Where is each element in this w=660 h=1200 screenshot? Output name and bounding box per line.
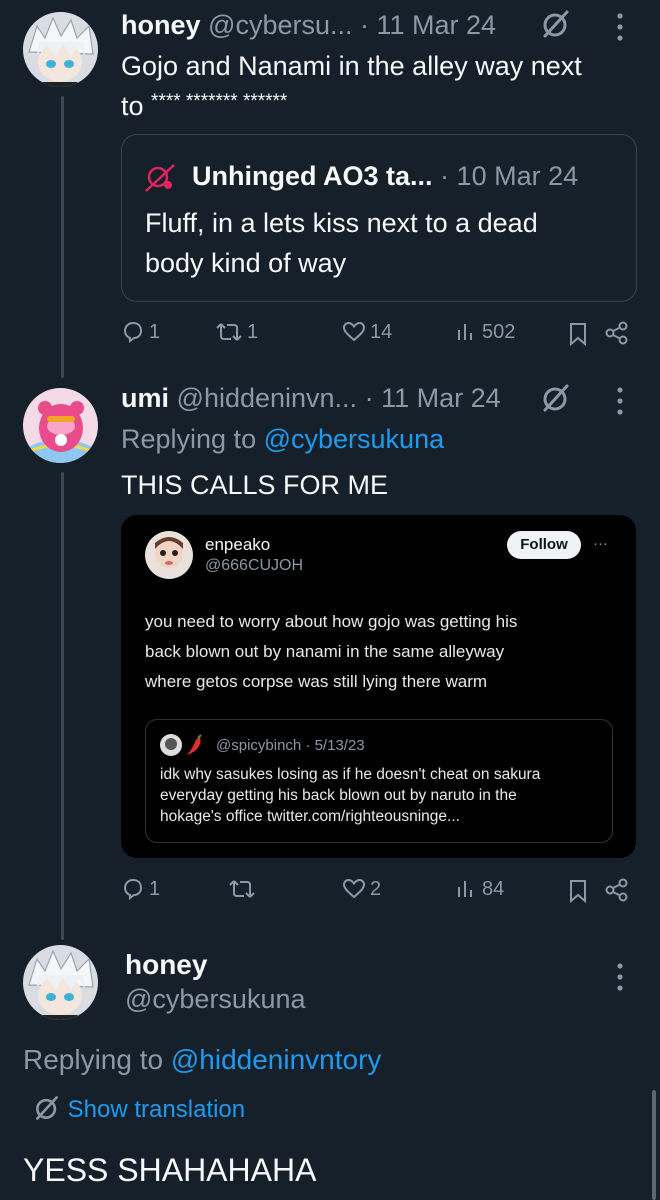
- share-icon[interactable]: [604, 877, 630, 908]
- heart-icon: [342, 321, 366, 342]
- grok-icon[interactable]: [540, 382, 572, 419]
- tweet-text: YESS SHAHAHAHA: [23, 1152, 317, 1188]
- quote-header: Unhinged AO3 ta... · 10 Mar 24: [192, 159, 578, 193]
- masked-text: **** ******* ******: [151, 91, 288, 112]
- tweet-text: Gojo and Nanami in the alley way next to…: [121, 48, 582, 124]
- tweet-header: honey @cybersu... · 11 Mar 24: [121, 8, 496, 42]
- reply-count: 1: [149, 320, 161, 343]
- embed-more-icon: ···: [593, 535, 608, 552]
- show-translation-label[interactable]: Show translation: [68, 1096, 245, 1123]
- like-button[interactable]: 14: [342, 320, 392, 344]
- inner-handle-date: @spicybinch · 5/13/23: [216, 737, 365, 754]
- inner-text: idk why sasukes losing as if he doesn't …: [160, 764, 540, 827]
- views-button[interactable]: 502: [456, 320, 515, 344]
- chili-pepper-icon: [186, 734, 204, 761]
- tweet-date[interactable]: 11 Mar 24: [377, 10, 497, 40]
- display-name[interactable]: umi: [121, 383, 169, 413]
- reply-button[interactable]: 1: [121, 877, 160, 901]
- quote-text-line: body kind of way: [145, 248, 347, 278]
- replying-to-handle[interactable]: @hiddeninvntory: [171, 1044, 382, 1075]
- quote-tweet[interactable]: Unhinged AO3 ta... · 10 Mar 24 Fluff, in…: [121, 134, 637, 302]
- repost-icon: [229, 880, 255, 898]
- replying-to: Replying to @cybersukuna: [121, 422, 444, 456]
- quote-display-name: Unhinged AO3 ta...: [192, 161, 433, 191]
- like-button[interactable]: 2: [342, 877, 381, 901]
- tweet-header: umi @hiddeninvn... · 11 Mar 24: [121, 381, 501, 415]
- separator: ·: [440, 161, 450, 191]
- embed-text-line: back blown out by nanami in the same all…: [145, 642, 505, 661]
- views-button[interactable]: 84: [456, 877, 504, 901]
- quote-text: Fluff, in a lets kiss next to a dead bod…: [145, 203, 538, 283]
- replying-to-handle[interactable]: @cybersukuna: [264, 424, 445, 454]
- embed-avatar: [145, 531, 193, 584]
- more-options-icon[interactable]: [615, 386, 625, 421]
- reply-count: 1: [149, 877, 161, 900]
- replying-to-label: Replying to: [121, 424, 257, 454]
- quote-text-line: Fluff, in a lets kiss next to a dead: [145, 208, 538, 238]
- grok-icon[interactable]: [540, 8, 572, 45]
- avatar[interactable]: [23, 388, 98, 463]
- separator: ·: [364, 383, 374, 413]
- more-options-icon[interactable]: [615, 962, 625, 997]
- quote-date: 10 Mar 24: [456, 161, 579, 191]
- scrollbar-thumb[interactable]: [652, 1090, 656, 1200]
- avatar[interactable]: [23, 12, 98, 87]
- replying-to: Replying to @hiddeninvntory: [23, 1042, 381, 1078]
- embed-handle: @666CUJOH: [205, 557, 304, 574]
- heart-icon: [342, 878, 366, 899]
- embed-inner-quote: @spicybinch · 5/13/23 idk why sasukes lo…: [145, 719, 613, 843]
- inner-text-line: everyday getting his back blown out by n…: [160, 787, 517, 804]
- embedded-image[interactable]: enpeako @666CUJOH Follow ··· you need to…: [121, 515, 636, 858]
- views-icon: [458, 324, 472, 340]
- translate-icon: [36, 1096, 58, 1120]
- tweet-text-line: Gojo and Nanami in the alley way next: [121, 51, 582, 81]
- user-handle[interactable]: @cybersukuna: [125, 982, 306, 1016]
- thread-line: [61, 96, 64, 378]
- embed-text-line: where getos corpse was still lying there…: [145, 672, 488, 691]
- quote-avatar: [142, 159, 180, 202]
- reply-icon: [123, 321, 143, 343]
- views-icon: [458, 881, 472, 897]
- user-handle[interactable]: @hiddeninvn...: [177, 383, 358, 413]
- reply-icon: [123, 878, 143, 900]
- reply-button[interactable]: 1: [121, 320, 160, 344]
- repost-icon: [216, 323, 242, 341]
- avatar[interactable]: [23, 945, 98, 1020]
- show-translation-link[interactable]: Show translation: [33, 1094, 245, 1126]
- more-options-icon[interactable]: [615, 12, 625, 47]
- thread-line: [61, 472, 64, 940]
- user-handle[interactable]: @cybersu...: [208, 10, 352, 40]
- inner-avatar: [160, 734, 182, 761]
- inner-text-line: idk why sasukes losing as if he doesn't …: [160, 766, 541, 783]
- embed-text: you need to worry about how gojo was get…: [145, 607, 517, 697]
- repost-button[interactable]: 1: [215, 320, 258, 344]
- bookmark-icon[interactable]: [568, 322, 588, 351]
- inner-text-line: hokage's office twitter.com/righteousnin…: [160, 808, 460, 825]
- display-name[interactable]: honey: [121, 10, 201, 40]
- bookmark-icon[interactable]: [568, 879, 588, 908]
- share-icon[interactable]: [604, 320, 630, 351]
- embed-display-name: enpeako: [205, 535, 271, 554]
- tweet-text-line: to **** ******* ******: [121, 84, 582, 124]
- views-count: 84: [482, 877, 505, 900]
- embed-text-line: you need to worry about how gojo was get…: [145, 612, 518, 631]
- follow-button[interactable]: Follow: [507, 531, 581, 559]
- like-count: 14: [370, 320, 393, 343]
- tweet-text-word: to: [121, 91, 144, 121]
- replying-to-label: Replying to: [23, 1044, 164, 1075]
- views-count: 502: [482, 320, 516, 343]
- tweet-date[interactable]: 11 Mar 24: [381, 383, 501, 413]
- repost-count: 1: [247, 320, 259, 343]
- display-name[interactable]: honey: [125, 948, 207, 982]
- separator: ·: [360, 10, 369, 40]
- repost-button[interactable]: [228, 877, 260, 901]
- tweet-text: THIS CALLS FOR ME: [121, 470, 389, 500]
- like-count: 2: [370, 877, 382, 900]
